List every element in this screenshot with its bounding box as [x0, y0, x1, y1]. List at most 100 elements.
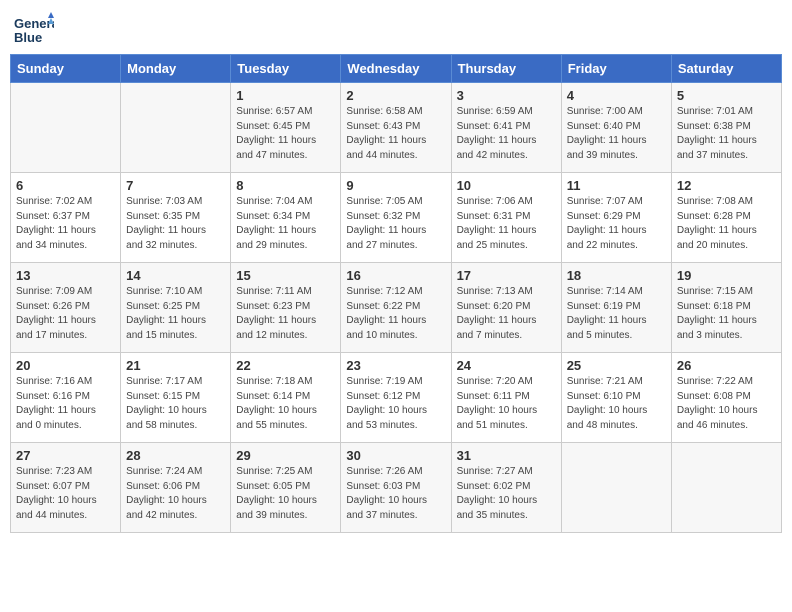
calendar-week-row: 20 Sunrise: 7:16 AMSunset: 6:16 PMDayligh…: [11, 353, 782, 443]
day-info: Sunrise: 6:57 AMSunset: 6:45 PMDaylight:…: [236, 105, 335, 163]
day-info: Sunrise: 7:17 AMSunset: 6:15 PMDaylight:…: [126, 375, 225, 433]
weekday-header: Friday: [561, 55, 671, 83]
day-info: Sunrise: 7:02 AMSunset: 6:37 PMDaylight:…: [16, 195, 115, 253]
weekday-header: Monday: [121, 55, 231, 83]
calendar-cell: 20 Sunrise: 7:16 AMSunset: 6:16 PMDayligh…: [11, 353, 121, 443]
weekday-header-row: SundayMondayTuesdayWednesdayThursdayFrid…: [11, 55, 782, 83]
day-number: 22: [236, 358, 335, 373]
calendar-cell: [11, 83, 121, 173]
calendar-cell: 11Sunrise: 7:07 AMSunset: 6:29 PMDayligh…: [561, 173, 671, 263]
day-number: 25: [567, 358, 666, 373]
day-info: Sunrise: 7:19 AMSunset: 6:12 PMDaylight:…: [346, 375, 445, 433]
day-info: Sunrise: 7:25 AMSunset: 6:05 PMDaylight:…: [236, 465, 335, 523]
weekday-header: Wednesday: [341, 55, 451, 83]
calendar-cell: 22 Sunrise: 7:18 AMSunset: 6:14 PMDayligh…: [231, 353, 341, 443]
calendar-cell: 6 Sunrise: 7:02 AMSunset: 6:37 PMDaylight…: [11, 173, 121, 263]
weekday-header: Sunday: [11, 55, 121, 83]
day-info: Sunrise: 7:12 AMSunset: 6:22 PMDaylight:…: [346, 285, 445, 343]
day-info: Sunrise: 7:11 AMSunset: 6:23 PMDaylight:…: [236, 285, 335, 343]
day-number: 7: [126, 178, 225, 193]
calendar-cell: 17 Sunrise: 7:13 AMSunset: 6:20 PMDayligh…: [451, 263, 561, 353]
calendar-cell: 1Sunrise: 6:57 AMSunset: 6:45 PMDaylight…: [231, 83, 341, 173]
calendar-cell: 30 Sunrise: 7:26 AMSunset: 6:03 PMDayligh…: [341, 443, 451, 533]
day-number: 9: [346, 178, 445, 193]
calendar-cell: 19 Sunrise: 7:15 AMSunset: 6:18 PMDayligh…: [671, 263, 781, 353]
day-info: Sunrise: 7:15 AMSunset: 6:18 PMDaylight:…: [677, 285, 776, 343]
day-number: 28: [126, 448, 225, 463]
calendar-cell: 16 Sunrise: 7:12 AMSunset: 6:22 PMDayligh…: [341, 263, 451, 353]
calendar-cell: 8 Sunrise: 7:04 AMSunset: 6:34 PMDaylight…: [231, 173, 341, 263]
day-number: 14: [126, 268, 225, 283]
day-number: 10: [457, 178, 556, 193]
calendar-cell: 5 Sunrise: 7:01 AMSunset: 6:38 PMDaylight…: [671, 83, 781, 173]
day-info: Sunrise: 7:26 AMSunset: 6:03 PMDaylight:…: [346, 465, 445, 523]
day-info: Sunrise: 7:08 AMSunset: 6:28 PMDaylight:…: [677, 195, 776, 253]
day-info: Sunrise: 7:04 AMSunset: 6:34 PMDaylight:…: [236, 195, 335, 253]
day-number: 3: [457, 88, 556, 103]
day-number: 31: [457, 448, 556, 463]
day-info: Sunrise: 7:24 AMSunset: 6:06 PMDaylight:…: [126, 465, 225, 523]
day-number: 23: [346, 358, 445, 373]
calendar-cell: 3 Sunrise: 6:59 AMSunset: 6:41 PMDaylight…: [451, 83, 561, 173]
calendar-week-row: 13Sunrise: 7:09 AMSunset: 6:26 PMDayligh…: [11, 263, 782, 353]
calendar-cell: 15Sunrise: 7:11 AMSunset: 6:23 PMDayligh…: [231, 263, 341, 353]
calendar-table: SundayMondayTuesdayWednesdayThursdayFrid…: [10, 54, 782, 533]
calendar-cell: 31 Sunrise: 7:27 AMSunset: 6:02 PMDayligh…: [451, 443, 561, 533]
calendar-cell: 23 Sunrise: 7:19 AMSunset: 6:12 PMDayligh…: [341, 353, 451, 443]
calendar-cell: 24 Sunrise: 7:20 AMSunset: 6:11 PMDayligh…: [451, 353, 561, 443]
day-info: Sunrise: 7:18 AMSunset: 6:14 PMDaylight:…: [236, 375, 335, 433]
calendar-cell: 29 Sunrise: 7:25 AMSunset: 6:05 PMDayligh…: [231, 443, 341, 533]
day-number: 2: [346, 88, 445, 103]
day-info: Sunrise: 7:16 AMSunset: 6:16 PMDaylight:…: [16, 375, 115, 433]
day-info: Sunrise: 7:21 AMSunset: 6:10 PMDaylight:…: [567, 375, 666, 433]
calendar-cell: 25 Sunrise: 7:21 AMSunset: 6:10 PMDayligh…: [561, 353, 671, 443]
calendar-cell: 9 Sunrise: 7:05 AMSunset: 6:32 PMDaylight…: [341, 173, 451, 263]
calendar-cell: 26Sunrise: 7:22 AMSunset: 6:08 PMDayligh…: [671, 353, 781, 443]
calendar-week-row: 6 Sunrise: 7:02 AMSunset: 6:37 PMDaylight…: [11, 173, 782, 263]
day-number: 6: [16, 178, 115, 193]
logo: General Blue: [14, 10, 52, 46]
day-number: 5: [677, 88, 776, 103]
day-number: 30: [346, 448, 445, 463]
logo-icon: General Blue: [14, 10, 50, 46]
day-info: Sunrise: 7:23 AMSunset: 6:07 PMDaylight:…: [16, 465, 115, 523]
day-number: 20: [16, 358, 115, 373]
day-info: Sunrise: 7:01 AMSunset: 6:38 PMDaylight:…: [677, 105, 776, 163]
day-info: Sunrise: 7:22 AMSunset: 6:08 PMDaylight:…: [677, 375, 776, 433]
calendar-cell: [121, 83, 231, 173]
calendar-cell: 18Sunrise: 7:14 AMSunset: 6:19 PMDayligh…: [561, 263, 671, 353]
weekday-header: Thursday: [451, 55, 561, 83]
calendar-week-row: 27Sunrise: 7:23 AMSunset: 6:07 PMDayligh…: [11, 443, 782, 533]
day-number: 17: [457, 268, 556, 283]
day-info: Sunrise: 7:13 AMSunset: 6:20 PMDaylight:…: [457, 285, 556, 343]
calendar-cell: 28 Sunrise: 7:24 AMSunset: 6:06 PMDayligh…: [121, 443, 231, 533]
day-number: 21: [126, 358, 225, 373]
day-info: Sunrise: 7:05 AMSunset: 6:32 PMDaylight:…: [346, 195, 445, 253]
calendar-cell: 13Sunrise: 7:09 AMSunset: 6:26 PMDayligh…: [11, 263, 121, 353]
calendar-cell: 27Sunrise: 7:23 AMSunset: 6:07 PMDayligh…: [11, 443, 121, 533]
calendar-week-row: 1Sunrise: 6:57 AMSunset: 6:45 PMDaylight…: [11, 83, 782, 173]
day-number: 29: [236, 448, 335, 463]
calendar-cell: 14Sunrise: 7:10 AMSunset: 6:25 PMDayligh…: [121, 263, 231, 353]
day-info: Sunrise: 6:58 AMSunset: 6:43 PMDaylight:…: [346, 105, 445, 163]
day-info: Sunrise: 7:00 AMSunset: 6:40 PMDaylight:…: [567, 105, 666, 163]
day-number: 16: [346, 268, 445, 283]
day-number: 11: [567, 178, 666, 193]
calendar-cell: 12Sunrise: 7:08 AMSunset: 6:28 PMDayligh…: [671, 173, 781, 263]
day-number: 8: [236, 178, 335, 193]
day-info: Sunrise: 7:27 AMSunset: 6:02 PMDaylight:…: [457, 465, 556, 523]
calendar-cell: 10 Sunrise: 7:06 AMSunset: 6:31 PMDayligh…: [451, 173, 561, 263]
weekday-header: Saturday: [671, 55, 781, 83]
calendar-cell: 7Sunrise: 7:03 AMSunset: 6:35 PMDaylight…: [121, 173, 231, 263]
svg-text:General: General: [14, 16, 54, 31]
calendar-cell: 2 Sunrise: 6:58 AMSunset: 6:43 PMDaylight…: [341, 83, 451, 173]
day-info: Sunrise: 7:06 AMSunset: 6:31 PMDaylight:…: [457, 195, 556, 253]
day-info: Sunrise: 7:14 AMSunset: 6:19 PMDaylight:…: [567, 285, 666, 343]
calendar-cell: 21 Sunrise: 7:17 AMSunset: 6:15 PMDayligh…: [121, 353, 231, 443]
day-info: Sunrise: 6:59 AMSunset: 6:41 PMDaylight:…: [457, 105, 556, 163]
day-number: 19: [677, 268, 776, 283]
day-info: Sunrise: 7:20 AMSunset: 6:11 PMDaylight:…: [457, 375, 556, 433]
page-header: General Blue: [10, 10, 782, 46]
day-number: 13: [16, 268, 115, 283]
day-number: 24: [457, 358, 556, 373]
